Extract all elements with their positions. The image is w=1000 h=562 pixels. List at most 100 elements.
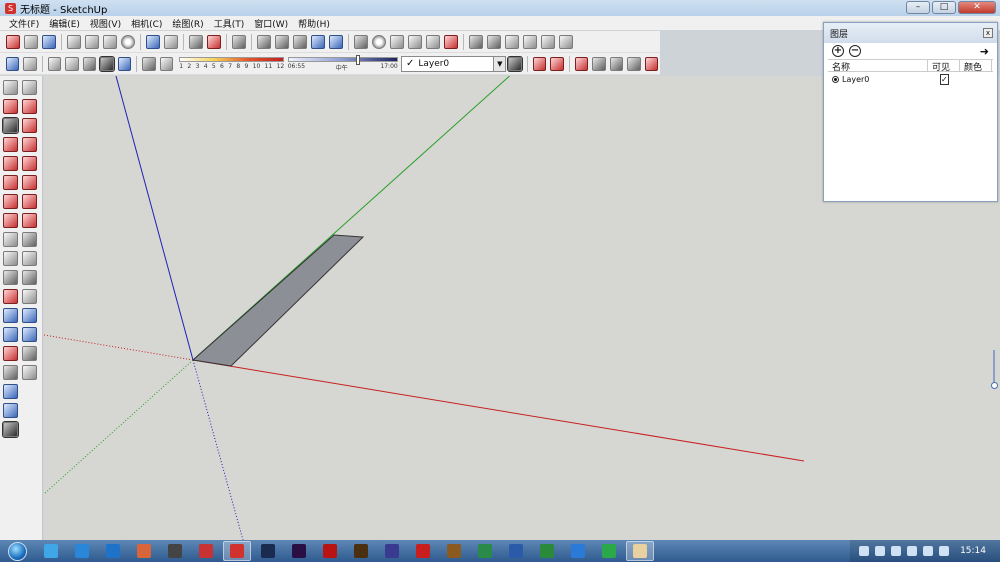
axes-tool-icon[interactable] <box>3 270 18 285</box>
photo-textures-icon[interactable] <box>257 34 271 49</box>
text-tool-icon[interactable] <box>22 251 37 266</box>
maximize-button[interactable]: □ <box>932 1 956 14</box>
network-icon[interactable] <box>923 546 934 556</box>
drape-icon[interactable] <box>609 56 624 71</box>
shadow-time-bar[interactable] <box>287 56 398 62</box>
share-model-tool-icon[interactable] <box>3 403 18 418</box>
taskbar-button[interactable] <box>471 541 499 561</box>
push-pull-tool-icon[interactable] <box>22 175 37 190</box>
shadow-month-scale[interactable]: 1 2 3 4 5 6 7 8 9 10 11 12 <box>179 55 285 73</box>
close-icon[interactable]: x <box>983 28 993 38</box>
active-layer-radio[interactable] <box>832 75 839 83</box>
sandbox-from-contours-icon[interactable] <box>532 56 547 71</box>
taskbar-button[interactable] <box>285 541 313 561</box>
look-around-icon[interactable] <box>408 34 422 49</box>
save-icon[interactable] <box>42 34 56 49</box>
fog-toggle-icon[interactable] <box>159 56 174 71</box>
zoom-window-icon[interactable] <box>22 308 37 323</box>
taskbar-button[interactable] <box>502 541 530 561</box>
tray-app-icon[interactable] <box>875 546 886 556</box>
taskbar-button[interactable] <box>130 541 158 561</box>
hidden-line-icon[interactable] <box>65 56 79 71</box>
chevron-down-icon[interactable]: ▼ <box>493 56 506 71</box>
copy-icon[interactable] <box>85 34 99 49</box>
menu-camera[interactable]: 相机(C) <box>126 17 167 30</box>
taskbar-button[interactable] <box>378 541 406 561</box>
look-around-tool-icon[interactable] <box>22 346 37 361</box>
photo-textures-tool-icon[interactable] <box>2 421 19 438</box>
polygon-tool-icon[interactable] <box>3 156 18 171</box>
preview-model-icon[interactable] <box>275 34 289 49</box>
taskbar-button[interactable] <box>533 541 561 561</box>
get-models-icon[interactable] <box>293 34 307 49</box>
dimension-tool-icon[interactable] <box>22 232 37 247</box>
column-color[interactable]: 颜色 <box>960 60 992 73</box>
current-layer-dropdown[interactable]: ✓ Layer0 ▼ <box>400 55 507 72</box>
taskbar-button[interactable] <box>223 541 251 561</box>
shaded-textures-icon[interactable] <box>99 55 115 72</box>
section-plane-icon[interactable] <box>444 34 458 49</box>
taskbar-button[interactable] <box>595 541 623 561</box>
walk-icon[interactable] <box>390 34 404 49</box>
previous-view-icon[interactable] <box>22 327 37 342</box>
right-view-icon[interactable] <box>523 34 537 49</box>
pan-tool-icon[interactable] <box>22 289 37 304</box>
details-arrow-icon[interactable]: ➜ <box>980 45 989 58</box>
line-tool-icon[interactable] <box>22 118 37 133</box>
rectangle-tool-icon[interactable] <box>2 117 19 134</box>
circle-tool-icon[interactable] <box>3 137 18 152</box>
offset-tool-icon[interactable] <box>22 213 37 228</box>
orbit-tool-icon[interactable] <box>3 289 18 304</box>
sandbox-from-scratch-icon[interactable] <box>550 56 564 71</box>
shaded-icon[interactable] <box>82 56 97 71</box>
section-plane-tool-icon[interactable] <box>22 365 37 380</box>
menu-tools[interactable]: 工具(T) <box>209 17 250 30</box>
taskbar-button[interactable] <box>316 541 344 561</box>
close-button[interactable]: ✕ <box>958 1 996 14</box>
undo-icon[interactable] <box>146 34 160 49</box>
table-row[interactable]: Layer0 ✓ <box>828 72 993 86</box>
taskbar-button[interactable] <box>409 541 437 561</box>
select-arrow-icon[interactable] <box>3 80 18 95</box>
column-name[interactable]: 名称 <box>828 60 928 73</box>
shadow-time-thumb[interactable] <box>355 54 360 65</box>
visible-checkbox[interactable]: ✓ <box>940 73 949 85</box>
scale-tool-icon[interactable] <box>3 213 18 228</box>
tray-app-icon[interactable] <box>907 546 918 556</box>
wireframe-icon[interactable] <box>47 56 62 71</box>
cut-icon[interactable] <box>67 34 81 49</box>
move-tool-icon[interactable] <box>3 175 18 190</box>
walk-tool-icon[interactable] <box>3 365 18 380</box>
start-button[interactable] <box>0 540 34 562</box>
zoom-tool-icon[interactable] <box>3 308 18 323</box>
taskbar-button[interactable] <box>192 541 220 561</box>
position-camera-icon[interactable] <box>426 34 440 49</box>
share-component-icon[interactable] <box>329 34 343 49</box>
slider-track[interactable] <box>993 350 995 384</box>
rotate-tool-icon[interactable] <box>3 194 18 209</box>
shadow-month-bar[interactable] <box>179 56 285 62</box>
add-layer-button[interactable]: + <box>832 45 844 57</box>
3d-text-icon[interactable] <box>22 270 37 285</box>
layer-manager-icon[interactable] <box>507 55 523 72</box>
menu-file[interactable]: 文件(F) <box>4 17 44 30</box>
position-camera-tool-icon[interactable] <box>3 346 18 361</box>
taskbar-button[interactable] <box>254 541 282 561</box>
taskbar-button[interactable] <box>99 541 127 561</box>
view-scroll-slider[interactable] <box>991 350 998 390</box>
delete-layer-button[interactable]: − <box>849 45 861 57</box>
new-file-icon[interactable] <box>6 34 20 49</box>
taskbar-button[interactable] <box>626 541 654 561</box>
pan-icon[interactable] <box>372 34 386 49</box>
menu-draw[interactable]: 绘图(R) <box>167 17 208 30</box>
zoom-extents-icon[interactable] <box>3 327 18 342</box>
taskbar-button[interactable] <box>161 541 189 561</box>
protractor-icon[interactable] <box>3 251 18 266</box>
bluetooth-icon[interactable] <box>891 546 902 556</box>
iso-view-icon[interactable] <box>469 34 483 49</box>
menu-edit[interactable]: 编辑(E) <box>44 17 85 30</box>
monochrome-icon[interactable] <box>117 56 132 71</box>
eraser-icon[interactable] <box>22 99 37 114</box>
orbit-icon[interactable] <box>354 34 368 49</box>
stamp-icon[interactable] <box>592 56 606 71</box>
